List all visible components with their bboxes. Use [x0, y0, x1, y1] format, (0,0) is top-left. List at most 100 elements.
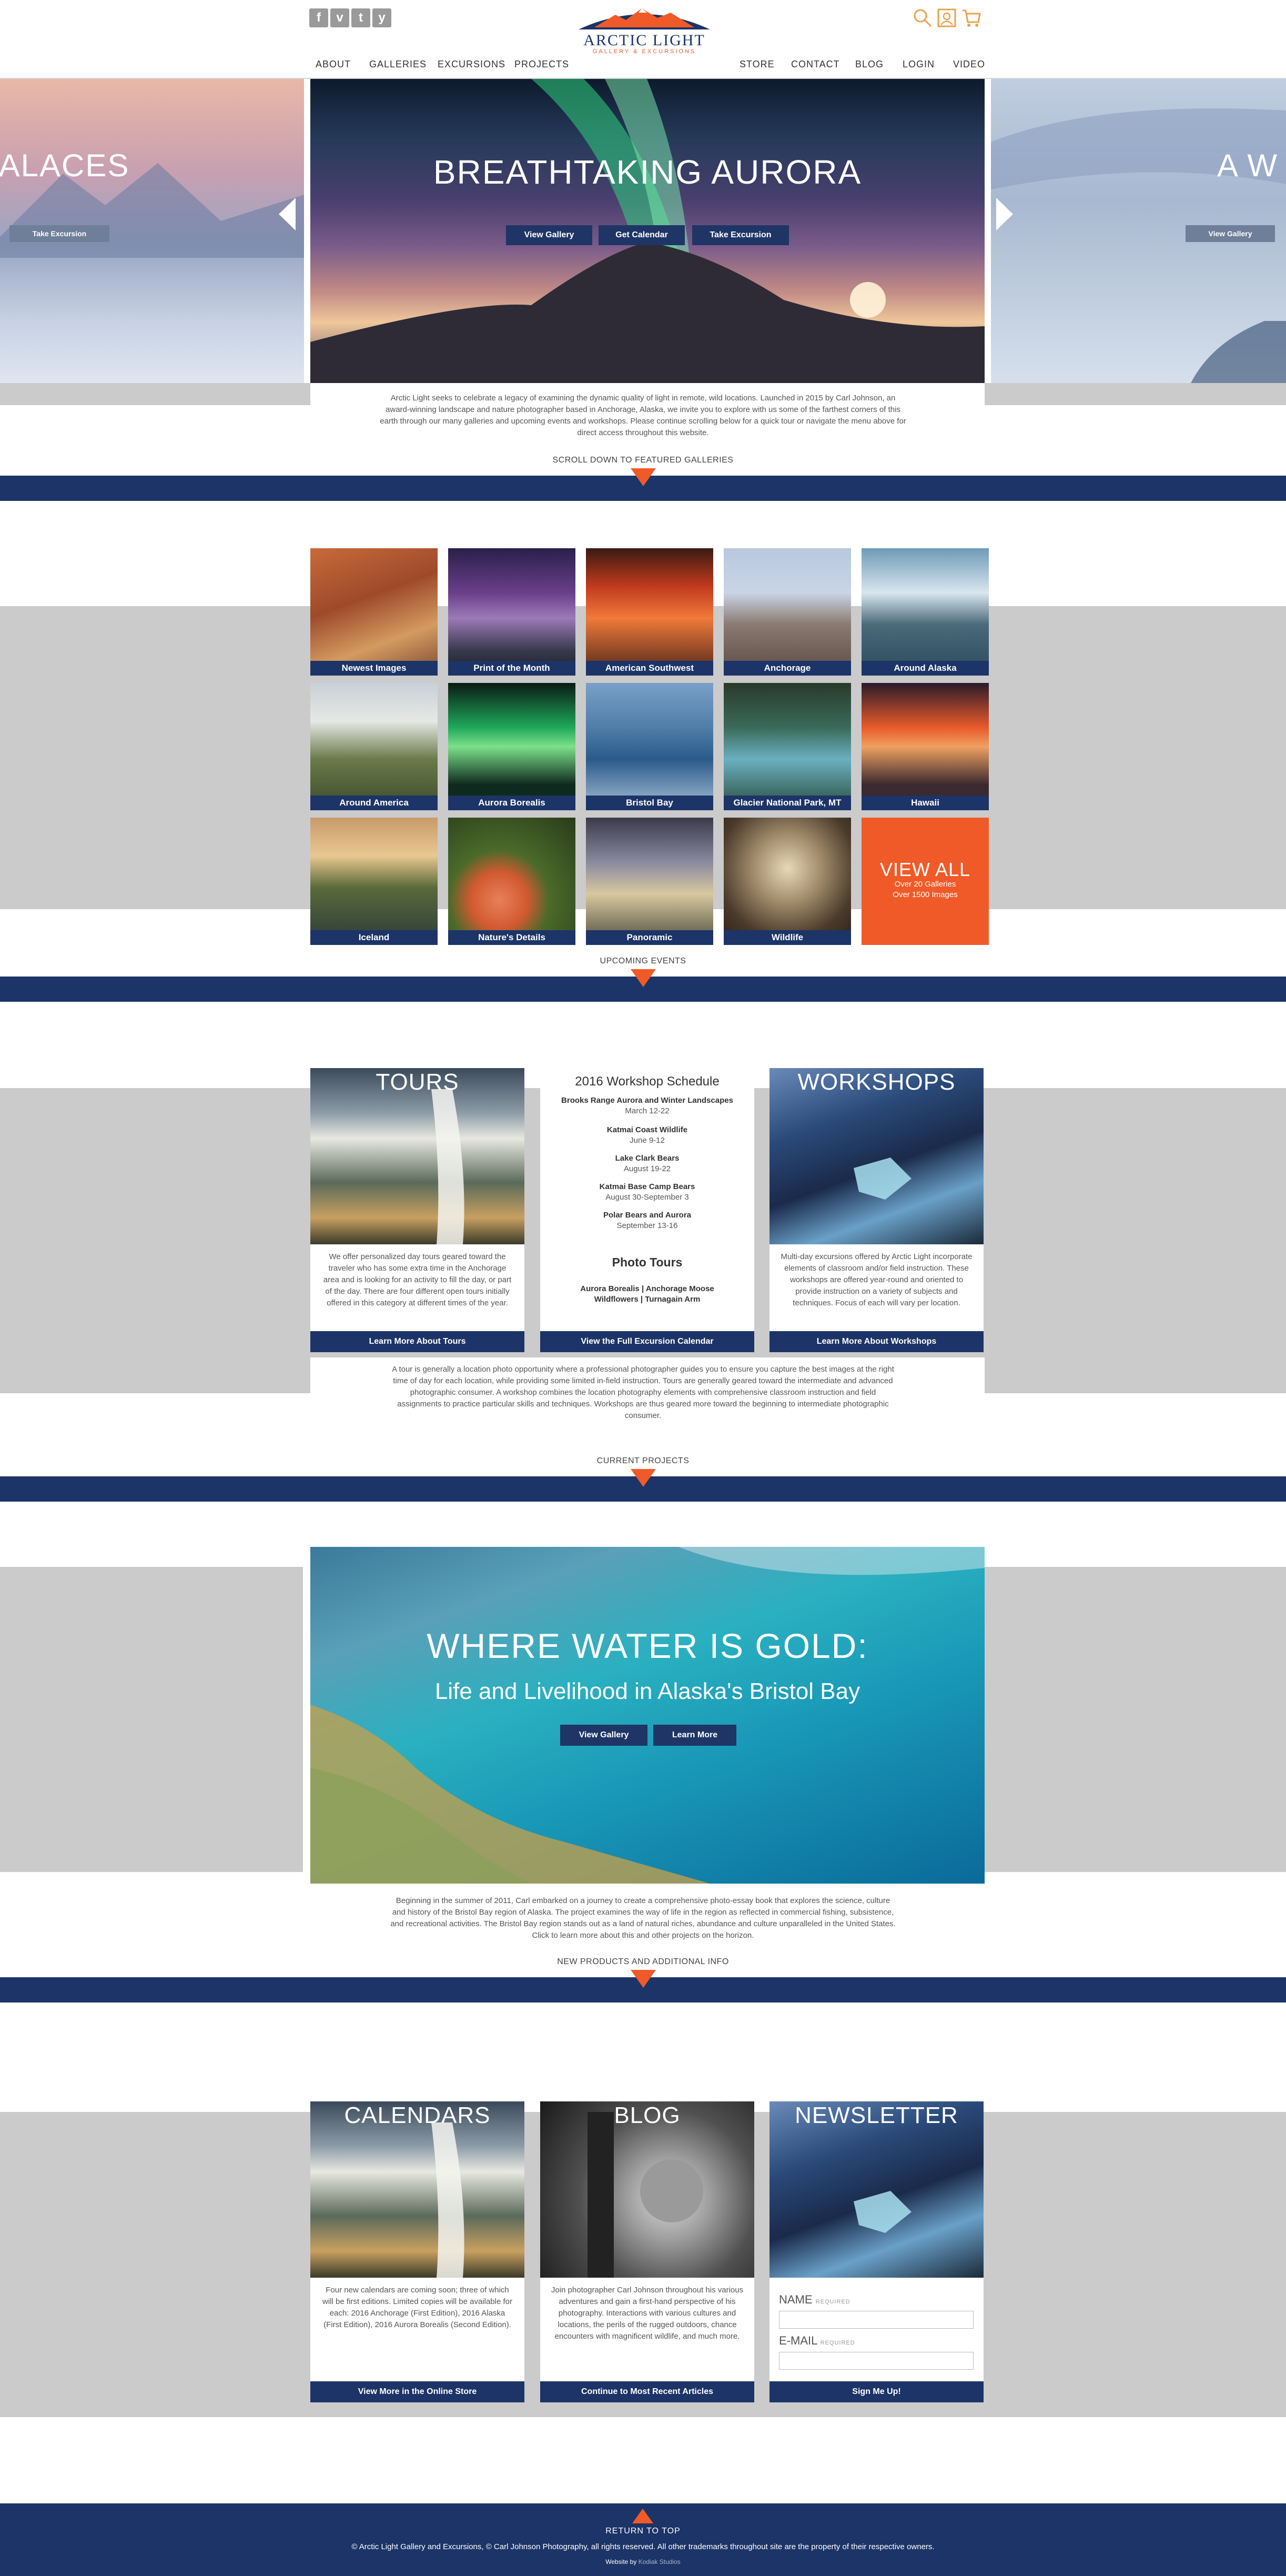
nav-contact[interactable]: CONTACT: [791, 59, 840, 70]
project-text: Beginning in the summer of 2011, Carl em…: [390, 1896, 896, 1940]
project-banner[interactable]: WHERE WATER IS GOLD: Life and Livelihood…: [310, 1547, 985, 1884]
nav-store[interactable]: STORE: [740, 59, 775, 70]
tours-text: We offer personalized day tours geared t…: [323, 1252, 512, 1307]
tile-caption: Glacier National Park, MT: [724, 796, 851, 810]
take-excursion-button[interactable]: Take Excursion: [9, 225, 109, 242]
tile-caption: Wildlife: [724, 930, 851, 945]
arrow-up-icon[interactable]: [632, 2509, 653, 2523]
website-by-link[interactable]: Kodiak Studios: [639, 2558, 681, 2565]
required-label: REQUIRED: [815, 2299, 850, 2305]
view-all-galleries-tile[interactable]: VIEW ALL Over 20 Galleries Over 1500 Ima…: [862, 818, 989, 945]
nav-video[interactable]: VIDEO: [953, 59, 985, 70]
website-by-label: Website by: [605, 2558, 637, 2565]
photo-tours-line: Aurora Borealis | Anchorage Moose: [580, 1284, 714, 1293]
view-gallery-button[interactable]: View Gallery: [560, 1725, 647, 1746]
gallery-tile-newest[interactable]: Newest Images: [310, 548, 438, 676]
schedule-item-name: Katmai Base Camp Bears: [599, 1182, 695, 1191]
hero-slide-aurora[interactable]: BREATHTAKING AURORA View Gallery Get Cal…: [310, 79, 985, 383]
chevron-left-icon[interactable]: [277, 196, 298, 233]
blog-text: Join photographer Carl Johnson throughou…: [551, 2286, 744, 2341]
gallery-tile-panoramic[interactable]: Panoramic: [586, 818, 713, 945]
gallery-tile-hawaii[interactable]: Hawaii: [862, 683, 989, 810]
return-to-top-link[interactable]: RETURN TO TOP: [0, 2527, 1286, 2536]
view-all-count-galleries: Over 20 Galleries: [894, 880, 956, 889]
twitter-icon[interactable]: t: [351, 8, 370, 27]
vimeo-icon[interactable]: v: [330, 8, 349, 27]
sign-up-button[interactable]: Sign Me Up!: [769, 2381, 984, 2402]
gallery-tile-glacier-national-park[interactable]: Glacier National Park, MT: [724, 683, 851, 810]
tile-caption: Around Alaska: [862, 661, 989, 676]
tile-caption: Iceland: [310, 930, 438, 945]
tile-caption: Hawaii: [862, 796, 989, 810]
calendars-text: Four new calendars are coming soon; thre…: [322, 2286, 512, 2329]
gallery-tile-bristol-bay[interactable]: Bristol Bay: [586, 683, 713, 810]
upcoming-events-label[interactable]: UPCOMING EVENTS: [0, 957, 1286, 966]
arrow-down-icon[interactable]: [631, 1469, 656, 1487]
recent-articles-button[interactable]: Continue to Most Recent Articles: [540, 2381, 754, 2402]
tile-caption: Print of the Month: [448, 661, 575, 676]
gallery-tile-around-alaska[interactable]: Around Alaska: [862, 548, 989, 676]
scroll-label[interactable]: SCROLL DOWN TO FEATURED GALLERIES: [0, 456, 1286, 465]
tile-caption: Aurora Borealis: [448, 796, 575, 810]
site-logo[interactable]: ARCTIC LIGHT GALLERY & EXCURSIONS: [573, 2, 715, 57]
gallery-tile-iceland[interactable]: Iceland: [310, 818, 438, 945]
mountain-logo-icon: [579, 8, 710, 29]
schedule-item[interactable]: Katmai Coast Wildlife June 9-12: [540, 1125, 754, 1146]
online-store-button[interactable]: View More in the Online Store: [310, 2381, 524, 2402]
full-calendar-button[interactable]: View the Full Excursion Calendar: [540, 1331, 754, 1352]
chevron-right-icon[interactable]: [994, 196, 1015, 233]
email-field[interactable]: [779, 2352, 974, 2370]
gallery-tile-around-america[interactable]: Around America: [310, 683, 438, 810]
nav-about[interactable]: ABOUT: [316, 59, 351, 70]
site-footer: RETURN TO TOP © Arctic Light Gallery and…: [0, 2503, 1286, 2576]
gallery-tile-american-southwest[interactable]: American Southwest: [586, 548, 713, 676]
gallery-tile-anchorage[interactable]: Anchorage: [724, 548, 851, 676]
nav-galleries[interactable]: GALLERIES: [369, 59, 427, 70]
schedule-item-name: Lake Clark Bears: [615, 1154, 680, 1163]
schedule-item-name: Polar Bears and Aurora: [603, 1211, 691, 1220]
get-calendar-button[interactable]: Get Calendar: [599, 225, 685, 245]
photo-tours-title: Photo Tours: [612, 1255, 683, 1269]
learn-more-tours-button[interactable]: Learn More About Tours: [310, 1331, 524, 1352]
facebook-icon[interactable]: f: [309, 8, 328, 27]
calendars-title: CALENDARS: [344, 2102, 491, 2128]
youtube-icon[interactable]: y: [372, 8, 391, 27]
workshops-title: WORKSHOPS: [797, 1069, 956, 1095]
contact-card-icon[interactable]: [936, 7, 957, 28]
learn-more-workshops-button[interactable]: Learn More About Workshops: [769, 1331, 984, 1352]
nav-projects[interactable]: PROJECTS: [514, 59, 569, 70]
workshops-text: Multi-day excursions offered by Arctic L…: [781, 1252, 973, 1307]
hero-slide-previous[interactable]: PALACES Take Excursion: [0, 79, 304, 383]
name-field[interactable]: [779, 2311, 974, 2329]
river-delta-image: [310, 1547, 985, 1884]
nav-login[interactable]: LOGIN: [903, 59, 935, 70]
gallery-tile-print-of-month[interactable]: Print of the Month: [448, 548, 575, 676]
view-gallery-button[interactable]: View Gallery: [1186, 225, 1275, 242]
nav-blog[interactable]: BLOG: [855, 59, 884, 70]
cart-icon[interactable]: [960, 7, 981, 28]
site-header: f v t y ARCTIC LIGHT GALLERY & EXCURSION…: [0, 0, 1286, 79]
gallery-tile-aurora-borealis[interactable]: Aurora Borealis: [448, 683, 575, 810]
nav-excursions[interactable]: EXCURSIONS: [438, 59, 505, 70]
gallery-tile-wildlife[interactable]: Wildlife: [724, 818, 851, 945]
view-all-count-images: Over 1500 Images: [893, 890, 958, 899]
hero-slide-next[interactable]: A W View Gallery: [991, 79, 1286, 383]
new-products-label[interactable]: NEW PRODUCTS AND ADDITIONAL INFO: [0, 1957, 1286, 1967]
arrow-down-icon[interactable]: [631, 468, 656, 486]
schedule-item[interactable]: Polar Bears and Aurora September 13-16: [540, 1210, 754, 1231]
project-title: WHERE WATER IS GOLD:: [427, 1626, 868, 1665]
gallery-tile-natures-details[interactable]: Nature's Details: [448, 818, 575, 945]
view-gallery-button[interactable]: View Gallery: [506, 225, 592, 245]
tile-caption: Newest Images: [310, 661, 438, 676]
current-projects-label[interactable]: CURRENT PROJECTS: [0, 1456, 1286, 1466]
logo-title: ARCTIC LIGHT: [583, 32, 705, 49]
schedule-item[interactable]: Brooks Range Aurora and Winter Landscape…: [540, 1095, 754, 1116]
learn-more-button[interactable]: Learn More: [653, 1725, 736, 1746]
schedule-item[interactable]: Lake Clark Bears August 19-22: [540, 1153, 754, 1174]
hero-slide-title: PALACES: [0, 148, 130, 183]
arrow-down-icon[interactable]: [631, 1970, 656, 1988]
search-icon[interactable]: [912, 7, 933, 28]
schedule-item[interactable]: Katmai Base Camp Bears August 30-Septembe…: [540, 1182, 754, 1203]
take-excursion-button[interactable]: Take Excursion: [692, 225, 789, 245]
arrow-down-icon[interactable]: [631, 969, 656, 987]
